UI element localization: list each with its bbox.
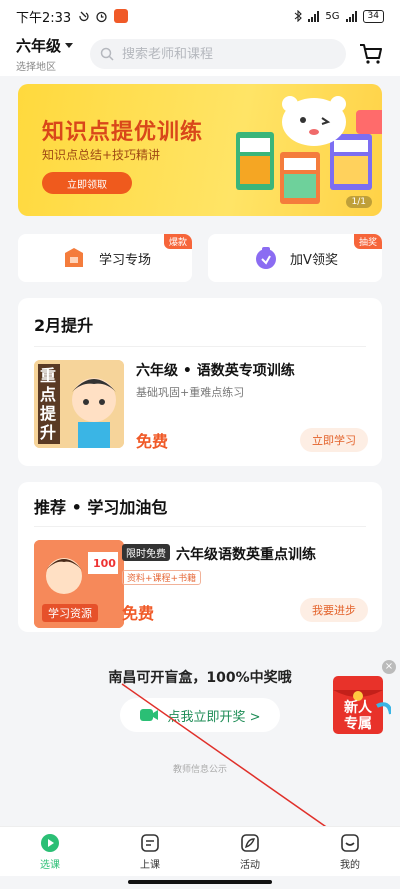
cart-button[interactable] bbox=[358, 41, 384, 67]
course-price: 免费 bbox=[122, 604, 155, 623]
course-thumbnail[interactable]: 重 点 提 升 bbox=[34, 360, 124, 448]
quick-entry-label: 加V领奖 bbox=[290, 252, 338, 268]
limited-free-tag: 限时免费 bbox=[122, 544, 170, 561]
region-selector[interactable]: 选择地区 bbox=[16, 58, 82, 73]
cart-icon bbox=[360, 44, 382, 64]
do-not-disturb-icon bbox=[79, 11, 89, 22]
course-price: 免费 bbox=[136, 432, 169, 451]
february-upgrade-card: 2月提升 重 点 提 升 六年级 • 语数英专项训练 基础巩固+重难点练习 免费… bbox=[18, 298, 382, 466]
recommended-pack-card: 推荐 • 学习加油包 100 学习资源 限时免费 六年级语数英重点训练 资料+课… bbox=[18, 482, 382, 632]
video-icon bbox=[140, 709, 159, 721]
card-title: 2月提升 bbox=[34, 316, 94, 335]
top-header: 六年级 选择地区 bbox=[0, 32, 400, 76]
banner-claim-button[interactable]: 立即领取 bbox=[42, 172, 132, 194]
card-title: 推荐 • 学习加油包 bbox=[34, 498, 168, 517]
home-indicator[interactable] bbox=[128, 880, 272, 884]
lottery-badge: 抽奖 bbox=[353, 234, 382, 249]
tab-label: 我的 bbox=[340, 859, 360, 871]
promo-banner[interactable]: 知识点提优训练 知识点总结+技巧精讲 立即领取 1/1 bbox=[18, 84, 382, 216]
grade-label: 六年级 bbox=[16, 37, 62, 55]
close-icon[interactable]: × bbox=[382, 660, 396, 674]
teacher-info-link[interactable]: 教师信息公示 bbox=[0, 762, 400, 775]
bluetooth-icon bbox=[295, 10, 303, 22]
class-icon bbox=[141, 833, 159, 852]
app-notification-icon bbox=[114, 9, 129, 23]
search-icon bbox=[100, 47, 114, 61]
wifi-signal-icon bbox=[308, 10, 320, 22]
newbie-line1: 新人 bbox=[344, 700, 372, 716]
newbie-gift-floating[interactable]: 新人 专属 bbox=[333, 670, 393, 738]
thumb-score: 100 bbox=[93, 557, 116, 570]
grade-selector[interactable]: 六年级 选择地区 bbox=[16, 35, 82, 73]
course-name[interactable]: 六年级 • 语数英专项训练 bbox=[136, 360, 295, 380]
search-bar[interactable] bbox=[90, 39, 346, 69]
tab-activity[interactable]: 活动 bbox=[200, 827, 300, 876]
banner-subtitle: 知识点总结+技巧精讲 bbox=[42, 148, 161, 162]
content-tag: 资料+课程+书籍 bbox=[122, 570, 202, 585]
resource-thumbnail[interactable]: 100 学习资源 bbox=[34, 540, 124, 628]
status-time: 下午2:33 bbox=[16, 10, 72, 26]
alarm-icon bbox=[96, 11, 107, 22]
thumb-char: 提 bbox=[40, 404, 57, 423]
tab-class[interactable]: 上课 bbox=[100, 827, 200, 876]
profile-icon bbox=[341, 833, 359, 852]
study-zone-icon bbox=[64, 248, 83, 267]
divider bbox=[34, 526, 366, 527]
improve-button[interactable]: 我要进步 bbox=[300, 598, 368, 622]
leaf-icon bbox=[241, 833, 259, 852]
course-description: 基础巩固+重难点练习 bbox=[136, 386, 245, 399]
newbie-line2: 专属 bbox=[344, 716, 372, 732]
course-name[interactable]: 六年级语数英重点训练 bbox=[176, 544, 316, 564]
status-bar: 下午2:33 5G 34 bbox=[0, 0, 400, 32]
hot-badge: 爆款 bbox=[163, 234, 192, 249]
banner-page-indicator: 1/1 bbox=[345, 196, 372, 208]
start-learning-button[interactable]: 立即学习 bbox=[300, 428, 368, 452]
caret-down-icon bbox=[65, 43, 74, 48]
thumb-char: 升 bbox=[40, 423, 57, 442]
banner-title: 知识点提优训练 bbox=[42, 120, 204, 145]
quick-entry-study-zone[interactable]: 学习专场 爆款 bbox=[18, 234, 192, 282]
thumb-char: 重 bbox=[40, 366, 57, 385]
search-input[interactable] bbox=[122, 46, 322, 62]
draw-prize-button[interactable]: 点我立即开奖 > bbox=[120, 698, 280, 732]
tab-label: 活动 bbox=[240, 859, 260, 871]
tab-label: 选课 bbox=[40, 859, 60, 871]
bottom-tab-bar: 选课 上课 活动 我的 bbox=[0, 826, 400, 876]
cellular-signal-icon bbox=[345, 10, 357, 22]
tab-course-selection[interactable]: 选课 bbox=[0, 827, 100, 876]
reward-bag-icon bbox=[256, 247, 277, 269]
quick-entry-label: 学习专场 bbox=[98, 252, 151, 268]
network-type: 5G bbox=[325, 10, 340, 22]
thumb-label: 学习资源 bbox=[42, 604, 98, 622]
tab-label: 上课 bbox=[140, 859, 160, 871]
draw-prize-label: 点我立即开奖 > bbox=[167, 709, 261, 725]
tab-profile[interactable]: 我的 bbox=[300, 827, 400, 876]
play-circle-icon bbox=[41, 833, 59, 852]
thumb-char: 点 bbox=[40, 385, 57, 404]
quick-entry-add-v-reward[interactable]: 加V领奖 抽奖 bbox=[208, 234, 382, 282]
battery-indicator: 34 bbox=[362, 9, 384, 23]
divider bbox=[34, 346, 366, 347]
